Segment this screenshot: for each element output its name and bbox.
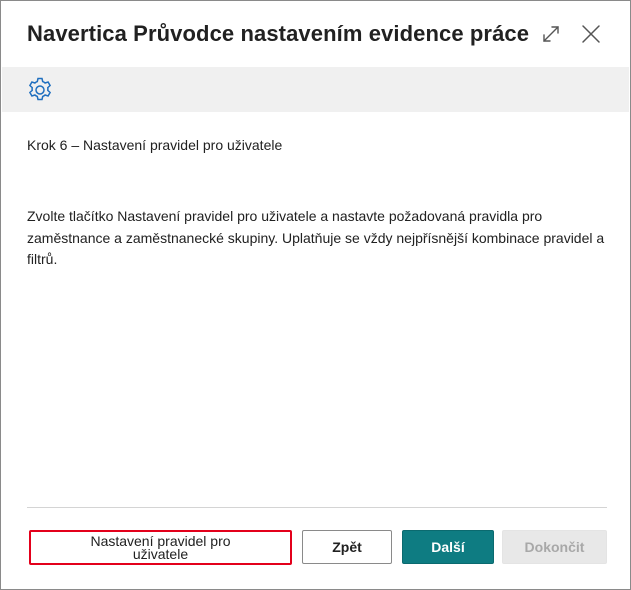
finish-button[interactable]: Dokončit	[502, 530, 607, 564]
back-button[interactable]: Zpět	[302, 530, 392, 564]
footer-divider	[27, 507, 607, 508]
title-actions	[538, 21, 604, 47]
user-rules-button[interactable]: Nastavení pravidel pro uživatele	[29, 530, 292, 565]
wizard-dialog: Navertica Průvodce nastavením evidence p…	[0, 0, 631, 590]
gear-icon[interactable]	[26, 76, 54, 104]
next-button[interactable]: Další	[402, 530, 494, 564]
close-icon[interactable]	[578, 21, 604, 47]
dialog-title: Navertica Průvodce nastavením evidence p…	[27, 21, 532, 46]
step-heading: Krok 6 – Nastavení pravidel pro uživatel…	[27, 137, 283, 153]
expand-icon[interactable]	[538, 21, 564, 47]
action-toolbar	[2, 67, 629, 112]
step-description: Zvolte tlačítko Nastavení pravidel pro u…	[27, 208, 605, 267]
